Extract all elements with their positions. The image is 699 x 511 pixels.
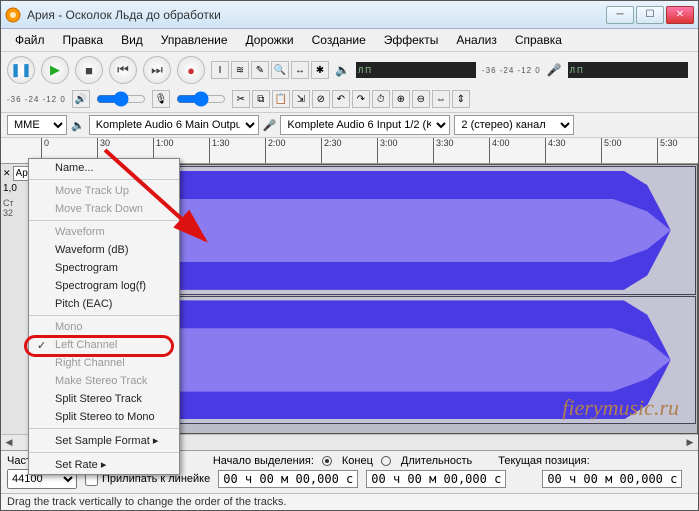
app-icon <box>5 7 21 23</box>
ctx-item-right-channel: Right Channel <box>29 354 179 372</box>
zoom-out-icon[interactable]: ⊖ <box>412 90 430 108</box>
menu-view[interactable]: Вид <box>113 31 151 49</box>
multi-tool-icon[interactable]: ✱ <box>311 61 329 79</box>
audio-host-select[interactable]: MME <box>7 115 67 135</box>
stop-button[interactable]: ■ <box>75 56 103 84</box>
ctx-item-spectrogram[interactable]: Spectrogram <box>29 259 179 277</box>
ruler-tick: 5:30 <box>657 138 678 163</box>
ruler-tick: 3:30 <box>433 138 454 163</box>
ctx-item-name[interactable]: Name... <box>29 159 179 177</box>
scroll-right-icon[interactable]: ▶ <box>682 437 698 448</box>
scroll-left-icon[interactable]: ◀ <box>1 437 17 448</box>
input-meter[interactable]: ЛП <box>568 62 688 78</box>
audio-position-time[interactable]: 00 ч 00 м 00,000 с <box>542 470 682 488</box>
menu-transport[interactable]: Управление <box>153 31 236 49</box>
ctx-item-set-sample-format[interactable]: Set Sample Format ▸ <box>29 431 179 450</box>
ruler-tick: 5:00 <box>601 138 622 163</box>
menu-analyze[interactable]: Анализ <box>448 31 505 49</box>
input-volume-slider[interactable] <box>176 93 226 105</box>
input-channels-select[interactable]: 2 (стерео) канал <box>454 115 574 135</box>
minimize-button[interactable]: ─ <box>606 6 634 24</box>
duration-label: Длительность <box>401 455 472 467</box>
speaker-icon: 🔈 <box>71 119 85 132</box>
window-title: Ария - Осколок Льда до обработки <box>27 8 606 22</box>
draw-tool-icon[interactable]: ✎ <box>251 61 269 79</box>
mic-icon: 🎤 <box>547 63 562 77</box>
ruler-tick: 2:30 <box>321 138 342 163</box>
timeshift-tool-icon[interactable]: ↔ <box>291 61 309 79</box>
toolbar: ❚❚ ▶ ■ ⏮ ⏭ ● I ≋ ✎ 🔍 ↔ ✱ 🔈 ЛП -36 -24 -1… <box>1 51 698 113</box>
ctx-item-waveform-db[interactable]: Waveform (dB) <box>29 241 179 259</box>
input-device-select[interactable]: Komplete Audio 6 Input 1/2 (K <box>280 115 450 135</box>
zoom-in-icon[interactable]: ⊕ <box>392 90 410 108</box>
envelope-tool-icon[interactable]: ≋ <box>231 61 249 79</box>
duration-radio[interactable] <box>381 456 391 466</box>
db-scale-out: -36 -24 -12 0 <box>482 66 541 75</box>
menubar: Файл Правка Вид Управление Дорожки Созда… <box>1 29 698 51</box>
record-button[interactable]: ● <box>177 56 205 84</box>
output-volume-icon[interactable]: 🔊 <box>72 90 90 108</box>
ctx-item-move-track-down: Move Track Down <box>29 200 179 218</box>
ruler-tick: 4:00 <box>489 138 510 163</box>
ctx-item-mono: Mono <box>29 318 179 336</box>
undo-icon[interactable]: ↶ <box>332 90 350 108</box>
ctx-item-split-stereo-track[interactable]: Split Stereo Track <box>29 390 179 408</box>
pause-button[interactable]: ❚❚ <box>7 56 35 84</box>
skip-start-button[interactable]: ⏮ <box>109 56 137 84</box>
selection-tool-icon[interactable]: I <box>211 61 229 79</box>
skip-end-button[interactable]: ⏭ <box>143 56 171 84</box>
fit-project-icon[interactable]: ⇕ <box>452 90 470 108</box>
paste-icon[interactable]: 📋 <box>272 90 290 108</box>
ctx-item-make-stereo-track: Make Stereo Track <box>29 372 179 390</box>
selection-end-time[interactable]: 00 ч 00 м 00,000 с <box>366 470 506 488</box>
end-radio[interactable] <box>322 456 332 466</box>
ctx-item-set-rate[interactable]: Set Rate ▸ <box>29 455 179 474</box>
status-bar: Drag the track vertically to change the … <box>1 493 698 510</box>
ctx-item-move-track-up: Move Track Up <box>29 182 179 200</box>
device-toolbar: MME 🔈 Komplete Audio 6 Main Output 🎤 Kom… <box>1 113 698 138</box>
selection-start-label: Начало выделения: <box>213 455 314 467</box>
edit-tools: I ≋ ✎ 🔍 ↔ ✱ <box>211 61 329 79</box>
ctx-item-waveform: Waveform <box>29 223 179 241</box>
copy-icon[interactable]: ⧉ <box>252 90 270 108</box>
menu-effects[interactable]: Эффекты <box>376 31 447 49</box>
menu-help[interactable]: Справка <box>507 31 570 49</box>
track-context-menu: Name... Move Track UpMove Track Down Wavef… <box>28 158 180 475</box>
ruler-tick: 1:30 <box>209 138 230 163</box>
play-button[interactable]: ▶ <box>41 56 69 84</box>
ctx-item-spectrogram-log-f[interactable]: Spectrogram log(f) <box>29 277 179 295</box>
ctx-item-left-channel: Left Channel <box>29 336 179 354</box>
close-button[interactable]: ✕ <box>666 6 694 24</box>
trim-icon[interactable]: ⇲ <box>292 90 310 108</box>
fit-selection-icon[interactable]: ⇔ <box>432 90 450 108</box>
selection-start-time[interactable]: 00 ч 00 м 00,000 с <box>218 470 358 488</box>
ruler-tick: 3:00 <box>377 138 398 163</box>
sync-lock-icon[interactable]: ⏱ <box>372 90 390 108</box>
titlebar: Ария - Осколок Льда до обработки ─ ☐ ✕ <box>1 1 698 29</box>
output-volume-slider[interactable] <box>96 93 146 105</box>
zoom-tool-icon[interactable]: 🔍 <box>271 61 289 79</box>
menu-edit[interactable]: Правка <box>55 31 112 49</box>
ctx-item-pitch-eac[interactable]: Pitch (EAC) <box>29 295 179 313</box>
ctx-item-split-stereo-to-mono[interactable]: Split Stereo to Mono <box>29 408 179 426</box>
position-label: Текущая позиция: <box>498 455 589 467</box>
output-device-select[interactable]: Komplete Audio 6 Main Output <box>89 115 259 135</box>
menu-generate[interactable]: Создание <box>304 31 374 49</box>
output-meter[interactable]: ЛП <box>356 62 476 78</box>
mic-device-icon: 🎤 <box>263 119 277 132</box>
menu-tracks[interactable]: Дорожки <box>238 31 302 49</box>
speaker-out-icon: 🔈 <box>335 63 350 77</box>
db-scale-in: -36 -24 -12 0 <box>7 95 66 104</box>
cut-icon[interactable]: ✂ <box>232 90 250 108</box>
track-close-icon[interactable]: ✕ <box>3 168 11 179</box>
ruler-tick: 4:30 <box>545 138 566 163</box>
input-volume-icon[interactable]: 🎙 <box>152 90 170 108</box>
ruler-tick: 2:00 <box>265 138 286 163</box>
silence-icon[interactable]: ⊘ <box>312 90 330 108</box>
menu-file[interactable]: Файл <box>7 31 53 49</box>
end-label: Конец <box>342 455 373 467</box>
maximize-button[interactable]: ☐ <box>636 6 664 24</box>
redo-icon[interactable]: ↷ <box>352 90 370 108</box>
